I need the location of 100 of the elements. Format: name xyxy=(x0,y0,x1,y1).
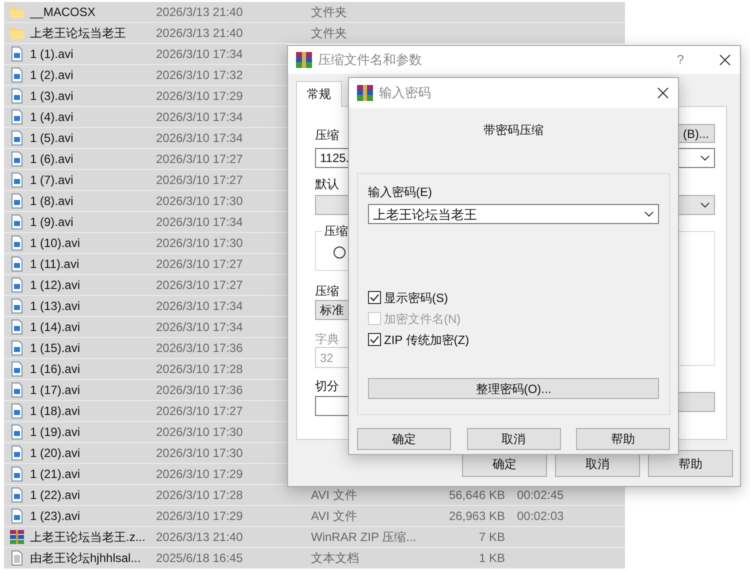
file-row[interactable]: 1 (11).avi 2026/3/10 17:27 xyxy=(4,254,287,275)
video-file-icon xyxy=(9,256,25,272)
video-file-icon xyxy=(9,130,25,146)
caret-icon xyxy=(700,155,710,161)
file-row[interactable]: 1 (19).avi 2026/3/10 17:30 xyxy=(4,422,287,443)
file-row[interactable]: 1 (6).avi 2026/3/10 17:27 xyxy=(4,149,287,170)
radio-button[interactable] xyxy=(333,246,346,259)
file-type: AVI 文件 xyxy=(311,487,358,504)
text-file-icon xyxy=(9,550,25,566)
file-date: 2026/3/10 17:32 xyxy=(156,67,244,84)
close-icon xyxy=(656,86,670,100)
file-name: 上老王论坛当老王 xyxy=(30,25,127,42)
file-name: 1 (7).avi xyxy=(30,172,74,189)
file-row[interactable]: 1 (3).avi 2026/3/10 17:29 xyxy=(4,86,287,107)
field-label: 输入密码(E) xyxy=(368,185,433,200)
file-row[interactable]: 1 (12).avi 2026/3/10 17:27 xyxy=(4,275,287,296)
file-row[interactable]: 1 (1).avi 2026/3/10 17:34 xyxy=(4,44,287,65)
file-name: 1 (10).avi xyxy=(30,235,82,252)
file-row[interactable]: 1 (10).avi 2026/3/10 17:30 xyxy=(4,233,287,254)
file-date: 2026/3/13 21:40 xyxy=(156,25,244,42)
file-date: 2026/3/10 17:36 xyxy=(156,340,244,357)
file-date: 2026/3/10 17:28 xyxy=(156,361,244,378)
window-title: 输入密码 xyxy=(379,84,431,102)
file-name: 1 (14).avi xyxy=(30,319,82,336)
file-row[interactable]: 1 (23).avi 2026/3/10 17:29 AVI 文件 26,963 KB 00:02:03 xyxy=(4,506,625,527)
organize-button[interactable]: 整理密码(O)... xyxy=(368,378,659,399)
file-type: WinRAR ZIP 压缩... xyxy=(311,529,418,546)
video-file-icon xyxy=(9,88,25,104)
file-date: 2026/3/10 17:27 xyxy=(156,277,244,294)
file-type: 文件夹 xyxy=(311,25,348,42)
file-name: 1 (4).avi xyxy=(30,109,74,126)
file-name: 1 (23).avi xyxy=(30,508,82,525)
video-file-icon xyxy=(9,508,25,524)
file-row[interactable]: 1 (20).avi 2026/3/10 17:30 xyxy=(4,443,287,464)
dialog-button[interactable]: 取消 xyxy=(466,428,560,450)
caret-icon xyxy=(644,211,654,217)
file-row[interactable]: 1 (15).avi 2026/3/10 17:36 xyxy=(4,338,287,359)
tab[interactable]: 常规 xyxy=(296,81,342,107)
folder-icon xyxy=(9,25,25,41)
file-row[interactable]: 1 (8).avi 2026/3/10 17:30 xyxy=(4,191,287,212)
file-name: 1 (20).avi xyxy=(30,445,82,462)
video-file-icon xyxy=(9,235,25,251)
file-name: __MACOSX xyxy=(30,4,96,21)
file-name: 1 (17).avi xyxy=(30,382,82,399)
file-row[interactable]: __MACOSX 2026/3/13 21:40 文件夹 xyxy=(4,2,625,23)
checkbox-label: 加密文件名(N) xyxy=(384,310,461,328)
caret-icon xyxy=(700,202,710,208)
file-name: 1 (8).avi xyxy=(30,193,74,210)
file-type: 文件夹 xyxy=(311,4,348,21)
video-file-icon xyxy=(9,319,25,335)
file-name: 1 (1).avi xyxy=(30,46,74,63)
file-date: 2026/3/13 21:40 xyxy=(156,4,244,21)
file-type: AVI 文件 xyxy=(311,508,358,525)
checkbox-label: ZIP 传统加密(Z) xyxy=(384,332,470,348)
file-date: 2026/3/10 17:34 xyxy=(156,214,244,231)
checkbox[interactable] xyxy=(368,291,381,304)
video-file-icon xyxy=(9,172,25,188)
file-name: 1 (6).avi xyxy=(30,151,74,168)
file-row[interactable]: 1 (9).avi 2026/3/10 17:34 xyxy=(4,212,287,233)
file-name: 1 (12).avi xyxy=(30,277,82,294)
file-row[interactable]: 1 (21).avi 2026/3/10 17:29 xyxy=(4,464,287,485)
file-date: 2026/3/10 17:34 xyxy=(156,130,244,147)
video-file-icon xyxy=(9,487,25,503)
folder-icon xyxy=(9,4,25,20)
field-label: 压缩 xyxy=(315,128,339,143)
file-row[interactable]: 1 (14).avi 2026/3/10 17:34 xyxy=(4,317,287,338)
file-row[interactable]: 1 (18).avi 2026/3/10 17:27 xyxy=(4,401,287,422)
file-row[interactable]: 1 (13).avi 2026/3/10 17:34 xyxy=(4,296,287,317)
file-row[interactable]: 1 (4).avi 2026/3/10 17:34 xyxy=(4,107,287,128)
dialog-button[interactable]: 帮助 xyxy=(648,450,733,477)
file-date: 2026/3/10 17:34 xyxy=(156,298,244,315)
dialog-button[interactable]: 帮助 xyxy=(576,428,670,450)
file-name: 1 (19).avi xyxy=(30,424,82,441)
file-row[interactable]: 1 (22).avi 2026/3/10 17:28 AVI 文件 56,646 KB 00:02:45 xyxy=(4,485,625,506)
close-icon xyxy=(718,53,732,67)
file-row[interactable]: 1 (2).avi 2026/3/10 17:32 xyxy=(4,65,287,86)
video-file-icon xyxy=(9,466,25,482)
file-row[interactable]: 上老王论坛当老王 2026/3/13 21:40 文件夹 xyxy=(4,23,625,44)
file-row[interactable]: 1 (5).avi 2026/3/10 17:34 xyxy=(4,128,287,149)
password-combo[interactable]: 上老王论坛当老王 xyxy=(368,204,659,224)
file-date: 2026/3/10 17:30 xyxy=(156,235,244,252)
file-name: 由老王论坛hjhhlsal... xyxy=(30,550,142,567)
file-date: 2026/3/10 17:27 xyxy=(156,403,244,420)
winrar-icon xyxy=(357,85,373,101)
dialog-button[interactable]: 确定 xyxy=(357,428,451,450)
video-file-icon xyxy=(9,214,25,230)
file-row[interactable]: 1 (16).avi 2026/3/10 17:28 xyxy=(4,359,287,380)
file-row[interactable]: 由老王论坛hjhhlsal... 2025/6/18 16:45 文本文档 1 KB xyxy=(4,548,625,569)
file-size: 7 KB xyxy=(478,529,505,546)
file-date: 2026/3/10 17:30 xyxy=(156,193,244,210)
file-name: 1 (22).avi xyxy=(30,487,82,504)
video-file-icon xyxy=(9,109,25,125)
file-row[interactable]: 1 (17).avi 2026/3/10 17:36 xyxy=(4,380,287,401)
file-row[interactable]: 上老王论坛当老王.z... 2026/3/13 21:40 WinRAR ZIP 压缩... 7 KB xyxy=(4,527,625,548)
video-file-icon xyxy=(9,445,25,461)
checkbox[interactable] xyxy=(368,333,381,346)
help-button[interactable]: ? xyxy=(676,50,684,70)
file-name: 1 (5).avi xyxy=(30,130,74,147)
file-row[interactable]: 1 (7).avi 2026/3/10 17:27 xyxy=(4,170,287,191)
file-date: 2026/3/10 17:27 xyxy=(156,172,244,189)
